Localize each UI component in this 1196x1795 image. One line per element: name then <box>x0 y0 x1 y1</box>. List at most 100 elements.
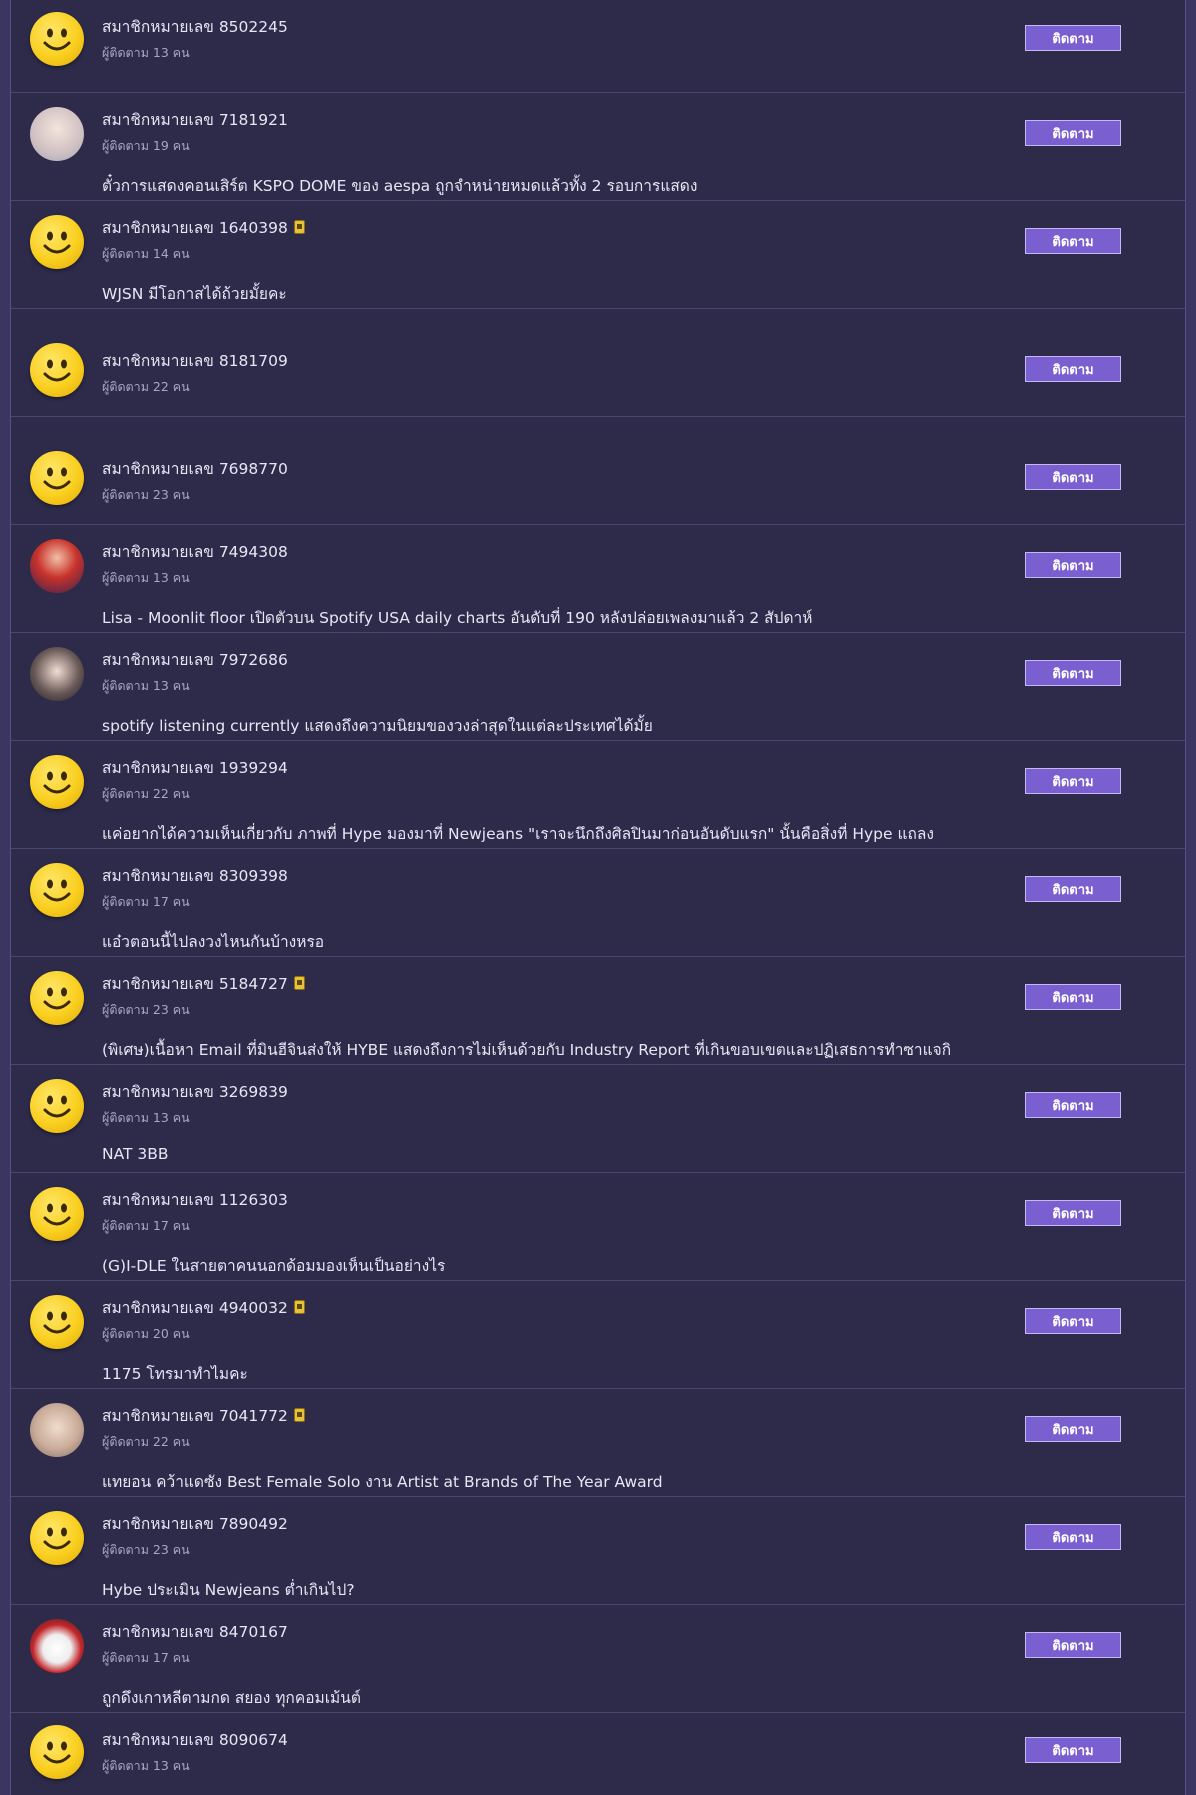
member-name-text[interactable]: สมาชิกหมายเลข 7181921 <box>102 111 288 129</box>
member-name-text[interactable]: สมาชิกหมายเลข 8090674 <box>102 1731 288 1749</box>
follow-button[interactable]: ติดตาม <box>1025 1200 1121 1226</box>
avatar[interactable] <box>30 1619 84 1673</box>
member-name[interactable]: สมาชิกหมายเลข 7041772 <box>102 1403 305 1428</box>
member-name[interactable]: สมาชิกหมายเลข 8181709 <box>102 348 288 373</box>
member-row[interactable]: สมาชิกหมายเลข 8181709 ผู้ติดตาม 22 คน ติดต… <box>11 309 1185 417</box>
member-name[interactable]: สมาชิกหมายเลข 8090674 <box>102 1727 288 1752</box>
member-name-text[interactable]: สมาชิกหมายเลข 5184727 <box>102 975 288 993</box>
follow-button[interactable]: ติดตาม <box>1025 876 1121 902</box>
smiley-avatar-icon[interactable] <box>30 755 84 809</box>
member-name[interactable]: สมาชิกหมายเลข 1939294 <box>102 755 288 780</box>
smiley-avatar-icon[interactable] <box>30 451 84 505</box>
member-row[interactable]: สมาชิกหมายเลข 7181921 ผู้ติดตาม 19 คน ตั๋ว… <box>11 93 1185 201</box>
member-row[interactable]: สมาชิกหมายเลข 1126303 ผู้ติดตาม 17 คน (G)I… <box>11 1173 1185 1281</box>
topic-title-link[interactable]: NAT 3BB <box>102 1145 169 1163</box>
member-row[interactable]: สมาชิกหมายเลข 1640398 ผู้ติดตาม 14 คน WJSN… <box>11 201 1185 309</box>
follow-button[interactable]: ติดตาม <box>1025 228 1121 254</box>
follow-button[interactable]: ติดตาม <box>1025 1524 1121 1550</box>
follow-button[interactable]: ติดตาม <box>1025 25 1121 51</box>
member-name[interactable]: สมาชิกหมายเลข 7972686 <box>102 647 288 672</box>
follower-count: ผู้ติดตาม 22 คน <box>102 786 190 801</box>
member-name[interactable]: สมาชิกหมายเลข 7494308 <box>102 539 288 564</box>
topic-title-link[interactable]: (พิเศษ)เนื้อหา Email ที่มินฮีจินส่งให้ H… <box>102 1037 951 1062</box>
topic-title-link[interactable]: แอ๋วตอนนี้ไปลงวงไหนกันบ้างหรอ <box>102 929 324 954</box>
member-name[interactable]: สมาชิกหมายเลข 7890492 <box>102 1511 288 1536</box>
smiley-avatar-icon[interactable] <box>30 215 84 269</box>
follow-button[interactable]: ติดตาม <box>1025 1632 1121 1658</box>
member-name-text[interactable]: สมาชิกหมายเลข 3269839 <box>102 1083 288 1101</box>
topic-title-link[interactable]: (G)I-DLE ในสายตาคนนอกด้อมมองเห็นเป็นอย่า… <box>102 1253 445 1278</box>
follow-button[interactable]: ติดตาม <box>1025 1737 1121 1763</box>
member-name[interactable]: สมาชิกหมายเลข 5184727 <box>102 971 305 996</box>
topic-title-link[interactable]: ถูกดึงเกาหลีตามกด สยอง ทุกคอมเม้นต์ <box>102 1685 361 1710</box>
member-name[interactable]: สมาชิกหมายเลข 8309398 <box>102 863 288 888</box>
member-name-text[interactable]: สมาชิกหมายเลข 4940032 <box>102 1299 288 1317</box>
avatar[interactable] <box>30 107 84 161</box>
follow-button[interactable]: ติดตาม <box>1025 120 1121 146</box>
smiley-avatar-icon[interactable] <box>30 1295 84 1349</box>
member-name-text[interactable]: สมาชิกหมายเลข 7494308 <box>102 543 288 561</box>
member-row[interactable]: สมาชิกหมายเลข 8502245 ผู้ติดตาม 13 คน ติดต… <box>11 0 1185 93</box>
member-row[interactable]: สมาชิกหมายเลข 8309398 ผู้ติดตาม 17 คน แอ๋ว… <box>11 849 1185 957</box>
member-row[interactable]: สมาชิกหมายเลข 7494308 ผู้ติดตาม 13 คน Lisa… <box>11 525 1185 633</box>
member-name-text[interactable]: สมาชิกหมายเลข 8502245 <box>102 18 288 36</box>
member-name[interactable]: สมาชิกหมายเลข 8470167 <box>102 1619 288 1644</box>
topic-title-link[interactable]: Hybe ประเมิน Newjeans ต่ำเกินไป? <box>102 1577 355 1602</box>
member-name[interactable]: สมาชิกหมายเลข 7698770 <box>102 456 288 481</box>
topic-title-link[interactable]: แทยอน คว้าแดซัง Best Female Solo งาน Art… <box>102 1469 663 1494</box>
smiley-avatar-icon[interactable] <box>30 1725 84 1779</box>
smiley-avatar-icon[interactable] <box>30 971 84 1025</box>
follow-button[interactable]: ติดตาม <box>1025 356 1121 382</box>
member-name-text[interactable]: สมาชิกหมายเลข 1939294 <box>102 759 288 777</box>
member-name[interactable]: สมาชิกหมายเลข 8502245 <box>102 14 288 39</box>
member-row[interactable]: สมาชิกหมายเลข 8470167 ผู้ติดตาม 17 คน ถูกด… <box>11 1605 1185 1713</box>
member-name-text[interactable]: สมาชิกหมายเลข 8470167 <box>102 1623 288 1641</box>
avatar[interactable] <box>30 539 84 593</box>
follow-button[interactable]: ติดตาม <box>1025 660 1121 686</box>
follow-button[interactable]: ติดตาม <box>1025 552 1121 578</box>
smiley-avatar-icon[interactable] <box>30 1079 84 1133</box>
member-row[interactable]: สมาชิกหมายเลข 7698770 ผู้ติดตาม 23 คน ติดต… <box>11 417 1185 525</box>
member-name-text[interactable]: สมาชิกหมายเลข 8181709 <box>102 352 288 370</box>
member-name[interactable]: สมาชิกหมายเลข 1640398 <box>102 215 305 240</box>
member-row[interactable]: สมาชิกหมายเลข 7890492 ผู้ติดตาม 23 คน Hybe… <box>11 1497 1185 1605</box>
member-name[interactable]: สมาชิกหมายเลข 1126303 <box>102 1187 288 1212</box>
avatar[interactable] <box>30 1403 84 1457</box>
topic-title-link[interactable]: spotify listening currently แสดงถึงความน… <box>102 713 653 738</box>
smiley-avatar-icon[interactable] <box>30 1187 84 1241</box>
member-name[interactable]: สมาชิกหมายเลข 7181921 <box>102 107 288 132</box>
member-row[interactable]: สมาชิกหมายเลข 7972686 ผู้ติดตาม 13 คน spot… <box>11 633 1185 741</box>
member-list: สมาชิกหมายเลข 8502245 ผู้ติดตาม 13 คน ติดต… <box>10 0 1186 1795</box>
smiley-avatar-icon[interactable] <box>30 12 84 66</box>
follow-button[interactable]: ติดตาม <box>1025 1416 1121 1442</box>
follow-button[interactable]: ติดตาม <box>1025 464 1121 490</box>
follow-button[interactable]: ติดตาม <box>1025 1092 1121 1118</box>
member-row[interactable]: สมาชิกหมายเลข 8090674 ผู้ติดตาม 13 คน ติดต… <box>11 1713 1185 1795</box>
member-name-text[interactable]: สมาชิกหมายเลข 7890492 <box>102 1515 288 1533</box>
member-name[interactable]: สมาชิกหมายเลข 4940032 <box>102 1295 305 1320</box>
smiley-avatar-icon[interactable] <box>30 1511 84 1565</box>
smiley-avatar-icon[interactable] <box>30 863 84 917</box>
smiley-avatar-icon[interactable] <box>30 343 84 397</box>
avatar[interactable] <box>30 647 84 701</box>
member-name-text[interactable]: สมาชิกหมายเลข 7041772 <box>102 1407 288 1425</box>
member-name[interactable]: สมาชิกหมายเลข 3269839 <box>102 1079 288 1104</box>
member-row[interactable]: สมาชิกหมายเลข 4940032 ผู้ติดตาม 20 คน 1175… <box>11 1281 1185 1389</box>
member-name-text[interactable]: สมาชิกหมายเลข 8309398 <box>102 867 288 885</box>
topic-title-link[interactable]: 1175 โทรมาทำไมคะ <box>102 1361 248 1386</box>
follow-button[interactable]: ติดตาม <box>1025 768 1121 794</box>
topic-title-link[interactable]: WJSN มีโอกาสได้ถ้วยมั้ยคะ <box>102 281 287 306</box>
member-name-text[interactable]: สมาชิกหมายเลข 1640398 <box>102 219 288 237</box>
member-row[interactable]: สมาชิกหมายเลข 3269839 ผู้ติดตาม 13 คน NAT … <box>11 1065 1185 1173</box>
member-row[interactable]: สมาชิกหมายเลข 7041772 ผู้ติดตาม 22 คน แทยอ… <box>11 1389 1185 1497</box>
follow-button[interactable]: ติดตาม <box>1025 984 1121 1010</box>
topic-title-link[interactable]: ตั๋วการแสดงคอนเสิร์ต KSPO DOME ของ aespa… <box>102 173 697 198</box>
member-row[interactable]: สมาชิกหมายเลข 5184727 ผู้ติดตาม 23 คน (พิเ… <box>11 957 1185 1065</box>
follow-button[interactable]: ติดตาม <box>1025 1308 1121 1334</box>
member-name-text[interactable]: สมาชิกหมายเลข 7972686 <box>102 651 288 669</box>
topic-title-link[interactable]: Lisa - Moonlit floor เปิดตัวบน Spotify U… <box>102 605 812 630</box>
topic-title-link[interactable]: แค่อยากได้ความเห็นเกี่ยวกับ ภาพที่ Hype … <box>102 821 934 846</box>
member-name-text[interactable]: สมาชิกหมายเลข 7698770 <box>102 460 288 478</box>
member-row[interactable]: สมาชิกหมายเลข 1939294 ผู้ติดตาม 22 คนแค่อ… <box>11 741 1185 849</box>
member-name-text[interactable]: สมาชิกหมายเลข 1126303 <box>102 1191 288 1209</box>
